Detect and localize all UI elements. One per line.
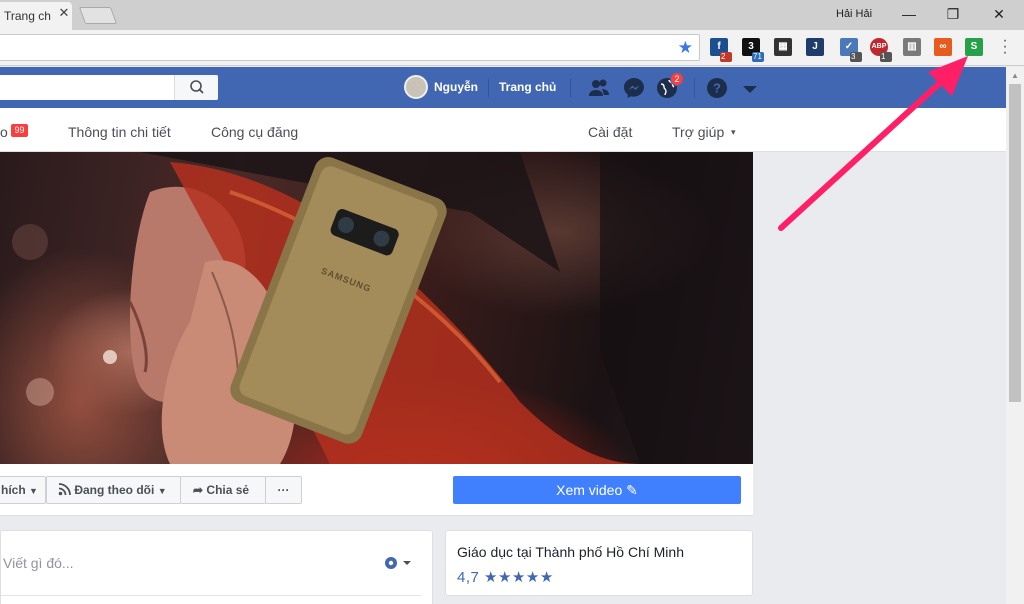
- cover-photo[interactable]: SAMSUNG: [0, 152, 753, 464]
- scroll-up-icon[interactable]: ▲: [1011, 71, 1019, 80]
- tab-close-icon[interactable]: ✕: [56, 5, 72, 21]
- help-caret-icon: ▾: [731, 127, 736, 137]
- facebook-header: Nguyễn Trang chủ 2 ?: [0, 67, 1006, 108]
- post-composer[interactable]: Viết gì đó...: [0, 530, 433, 604]
- following-button-label: Đang theo dõi: [74, 483, 155, 497]
- avatar[interactable]: [404, 75, 428, 99]
- share-arrow-icon: ➦: [193, 483, 204, 497]
- rss-icon: [58, 483, 71, 496]
- profile-name-link[interactable]: Nguyễn: [434, 80, 478, 94]
- nav-item-insights[interactable]: Thông tin chi tiết: [68, 124, 171, 140]
- header-divider: [570, 79, 571, 97]
- more-options-icon: ···: [277, 483, 290, 497]
- watch-video-label: Xem video: [556, 482, 623, 498]
- more-options-button[interactable]: ···: [265, 476, 302, 504]
- nav-count-badge: 99: [11, 124, 28, 137]
- watch-video-button[interactable]: Xem video ✎: [453, 476, 741, 504]
- page-rating[interactable]: 4,7 ★★★★★: [457, 568, 554, 586]
- help-icon[interactable]: ?: [705, 76, 729, 100]
- svg-text:?: ?: [713, 81, 721, 96]
- card-gap: [445, 597, 753, 604]
- page-about-card: Giáo dục tại Thành phố Hồ Chí Minh 4,7 ★…: [445, 530, 753, 596]
- browser-toolbar: ★ f 2 3 71 ▦ J ✓ 3 ABP 1 ▥ ∞ S · · ·: [0, 30, 1024, 66]
- chevron-down-icon: ▼: [157, 486, 167, 496]
- profile-name[interactable]: Hải Hải: [836, 8, 872, 20]
- home-link[interactable]: Trang chủ: [499, 80, 556, 94]
- header-divider: [694, 79, 695, 97]
- nav-item-publishing-tools[interactable]: Công cụ đăng: [211, 124, 298, 140]
- like-button-label: hích: [1, 483, 26, 497]
- header-divider: [488, 79, 489, 97]
- notifications-badge: 2: [670, 72, 684, 86]
- nav-item-partial[interactable]: o: [0, 124, 8, 140]
- chevron-down-icon: ▼: [29, 486, 38, 496]
- trello-ext-icon[interactable]: ▥: [903, 38, 921, 56]
- page-scrollbar[interactable]: ▲: [1006, 67, 1024, 604]
- nav-item-settings[interactable]: Cài đặt: [588, 124, 632, 140]
- new-tab-button[interactable]: [78, 7, 118, 24]
- like-button[interactable]: hích ▼: [0, 476, 46, 504]
- search-input[interactable]: [0, 75, 218, 100]
- nav-item-help[interactable]: Trợ giúp: [672, 124, 724, 140]
- tab-title: Trang ch: [4, 9, 51, 23]
- browser-titlebar: Trang ch ✕ Hải Hải — ❐ ✕: [0, 0, 1024, 30]
- share-button-label: Chia sẻ: [206, 483, 250, 497]
- extension-badge: 3: [850, 52, 862, 62]
- film-ext-icon[interactable]: ▦: [774, 38, 792, 56]
- extension-badge: 2: [720, 52, 732, 62]
- rating-value: 4,7: [457, 569, 480, 586]
- messenger-icon[interactable]: [622, 76, 646, 100]
- extension-badge: 71: [752, 52, 764, 62]
- composer-divider: [1, 595, 421, 596]
- audience-selector-icon[interactable]: [384, 556, 414, 570]
- cover-photo-illustration: SAMSUNG: [12, 152, 753, 464]
- scroll-thumb[interactable]: [1009, 84, 1021, 402]
- extension-badge: 1: [880, 52, 892, 62]
- s-ext-icon[interactable]: S: [965, 38, 983, 56]
- friend-requests-icon[interactable]: [587, 76, 611, 100]
- search-icon: [190, 80, 204, 94]
- infinity-ext-icon[interactable]: ∞: [934, 38, 952, 56]
- bookmark-star-icon[interactable]: ★: [678, 38, 693, 58]
- share-button[interactable]: ➦ Chia sẻ: [180, 476, 266, 504]
- account-menu-caret-icon[interactable]: [738, 76, 762, 100]
- search-button[interactable]: [174, 75, 218, 100]
- browser-menu-icon[interactable]: · · ·: [1000, 33, 1010, 61]
- pencil-icon: ✎: [626, 482, 638, 498]
- following-button[interactable]: Đang theo dõi ▼: [46, 476, 181, 504]
- page-navigation: o 99 Thông tin chi tiết Công cụ đăng Cài…: [0, 108, 1006, 152]
- restore-button[interactable]: ❐: [930, 0, 976, 28]
- page-category[interactable]: Giáo dục tại Thành phố Hồ Chí Minh: [457, 544, 684, 560]
- close-window-button[interactable]: ✕: [976, 0, 1022, 28]
- rating-stars-icon: ★★★★★: [484, 569, 554, 586]
- address-bar[interactable]: ★: [0, 34, 700, 61]
- page-action-bar: hích ▼ Đang theo dõi ▼ ➦ Chia sẻ ··· Xem…: [0, 464, 753, 516]
- jword-ext-icon[interactable]: J: [806, 38, 824, 56]
- composer-placeholder[interactable]: Viết gì đó...: [3, 555, 74, 571]
- minimize-button[interactable]: —: [886, 0, 932, 28]
